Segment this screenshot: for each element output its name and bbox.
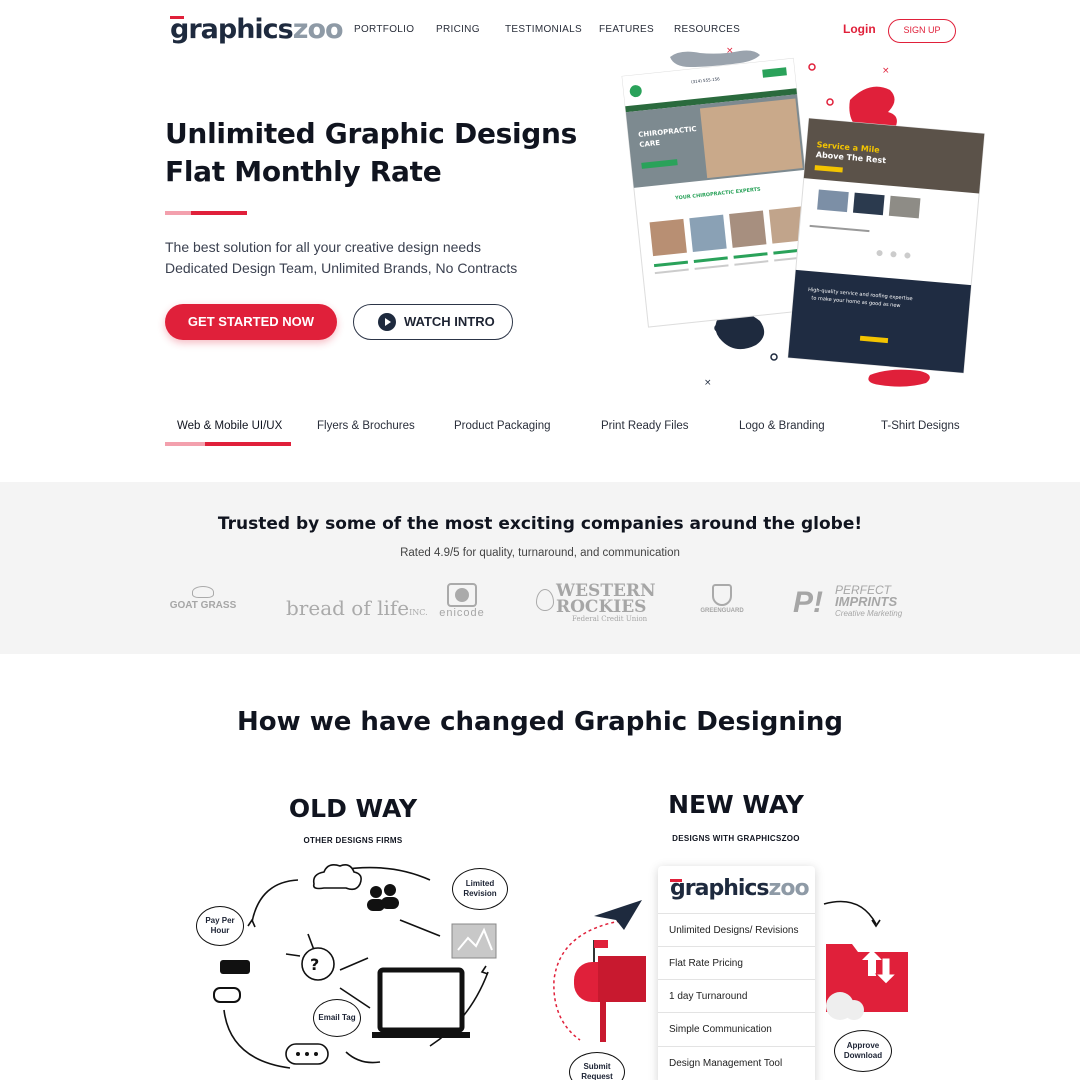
new-way-title: NEW WAY bbox=[668, 790, 804, 819]
trusted-section: Trusted by some of the most exciting com… bbox=[0, 482, 1080, 654]
brand-enicode-logo: enicode bbox=[432, 583, 492, 619]
chat-icon bbox=[285, 1043, 329, 1065]
login-link[interactable]: Login bbox=[843, 22, 876, 36]
how-section-title: How we have changed Graphic Designing bbox=[237, 707, 843, 737]
new-way-subtitle: DESIGNS WITH GRAPHICSZOO bbox=[672, 834, 800, 843]
hero-underline bbox=[165, 211, 247, 215]
feature-item: 1 day Turnaround bbox=[658, 979, 815, 1012]
tab-tshirt[interactable]: T-Shirt Designs bbox=[881, 420, 960, 432]
nav-features[interactable]: FEATURES bbox=[599, 24, 654, 35]
tab-web-mobile[interactable]: Web & Mobile UI/UX bbox=[177, 420, 282, 432]
hero-sub-line1: The best solution for all your creative … bbox=[165, 239, 481, 255]
chiropractic-mockup: (314) 555-156 CHIROPRACTIC CARE YOUR CHI… bbox=[621, 57, 821, 328]
leaf-icon bbox=[536, 589, 554, 611]
svg-text:×: × bbox=[882, 66, 890, 76]
nav-pricing[interactable]: PRICING bbox=[436, 24, 480, 35]
feature-item: Flat Rate Pricing bbox=[658, 946, 815, 979]
shield-icon bbox=[712, 584, 732, 606]
signup-button[interactable]: SIGN UP bbox=[888, 19, 956, 43]
approve-download-bubble: Approve Download bbox=[834, 1030, 892, 1072]
old-way-title: OLD WAY bbox=[288, 794, 418, 823]
hero-subtitle: The best solution for all your creative … bbox=[165, 237, 517, 279]
nav-resources[interactable]: RESOURCES bbox=[674, 24, 740, 35]
graphicszoo-logo[interactable]: graphicszoo bbox=[170, 14, 344, 45]
watch-intro-button[interactable]: WATCH INTRO bbox=[353, 304, 513, 340]
pay-per-hour-bubble: Pay Per Hour bbox=[196, 906, 244, 946]
image-edit-icon bbox=[451, 923, 497, 959]
confused-head-icon: ? bbox=[301, 947, 335, 981]
hero-title: Unlimited Graphic Designs Flat Monthly R… bbox=[165, 115, 577, 191]
trusted-title: Trusted by some of the most exciting com… bbox=[217, 514, 863, 534]
tab-print-ready[interactable]: Print Ready Files bbox=[601, 420, 689, 432]
brand-perfect-2: IMPRINTS bbox=[835, 594, 898, 609]
cycle-arrow bbox=[251, 879, 299, 923]
tab-logo-branding[interactable]: Logo & Branding bbox=[739, 420, 825, 432]
goat-icon bbox=[192, 586, 214, 598]
nav-testimonials[interactable]: TESTIMONIALS bbox=[505, 24, 582, 35]
brand-perfect-imprints-logo: P! PERFECT IMPRINTS Creative Marketing bbox=[793, 584, 917, 620]
svg-text:×: × bbox=[704, 378, 712, 388]
arrow-to-folder bbox=[823, 900, 877, 925]
brand-western-rockies-logo: WESTERN ROCKIES Federal Credit Union bbox=[536, 583, 660, 624]
logo-zoo-text: zoo bbox=[292, 14, 344, 45]
tab-packaging[interactable]: Product Packaging bbox=[454, 420, 551, 432]
card-logo: graphicszoo bbox=[670, 876, 810, 901]
get-started-button[interactable]: GET STARTED NOW bbox=[165, 304, 337, 340]
feature-item: Unlimited Designs/ Revisions bbox=[658, 913, 815, 946]
red-blob-shape bbox=[868, 369, 930, 387]
brand-bread-of-life-logo: bread of lifeINC. bbox=[286, 596, 428, 620]
folder-icon bbox=[826, 944, 908, 1020]
brand-enicode-text: enicode bbox=[439, 607, 485, 619]
brand-greenguard-text: GREENGUARD bbox=[700, 608, 744, 614]
payment-hand-icon bbox=[213, 960, 250, 1003]
brand-western-2: ROCKIES bbox=[556, 597, 647, 617]
brand-goat-text: GOAT GRASS bbox=[169, 600, 237, 611]
team-icon bbox=[367, 884, 399, 911]
watch-intro-label: WATCH INTRO bbox=[404, 314, 495, 329]
laptop-icon bbox=[372, 967, 470, 1038]
nav-portfolio[interactable]: PORTFOLIO bbox=[354, 24, 414, 35]
brand-greenguard-logo: GREENGUARD bbox=[698, 584, 746, 614]
play-icon bbox=[378, 313, 396, 331]
graphicszoo-features-card: graphicszoo Unlimited Designs/ Revisions… bbox=[658, 866, 815, 1080]
logo-main-text: graphics bbox=[170, 14, 294, 45]
tab-flyers[interactable]: Flyers & Brochures bbox=[317, 420, 415, 432]
logo-accent bbox=[170, 16, 184, 19]
trusted-rating: Rated 4.9/5 for quality, turnaround, and… bbox=[400, 547, 680, 559]
svg-text:×: × bbox=[726, 46, 734, 56]
svg-text:?: ? bbox=[310, 955, 319, 974]
feature-item: Design Management Tool bbox=[658, 1046, 815, 1079]
hero-title-line2: Flat Monthly Rate bbox=[165, 155, 442, 188]
hero-title-line1: Unlimited Graphic Designs bbox=[165, 117, 578, 150]
enicode-icon bbox=[447, 583, 477, 607]
hero-sub-line2: Dedicated Design Team, Unlimited Brands,… bbox=[165, 260, 518, 276]
roofing-mockup: Service a Mile Above The Rest High-quali… bbox=[787, 117, 985, 374]
mailbox-icon bbox=[574, 940, 646, 1042]
card-logo-zoo: zoo bbox=[768, 876, 810, 901]
card-logo-main: graphics bbox=[670, 876, 770, 901]
email-tag-bubble: Email Tag bbox=[313, 999, 361, 1037]
feature-item: Simple Communication bbox=[658, 1012, 815, 1045]
old-way-subtitle: OTHER DESIGNS FIRMS bbox=[303, 836, 403, 845]
tab-active-indicator bbox=[165, 442, 291, 446]
p-mark-icon: P! bbox=[793, 586, 823, 619]
brand-perfect-3: Creative Marketing bbox=[835, 609, 903, 618]
brand-western-3: Federal Credit Union bbox=[572, 615, 648, 623]
brand-goat-grass-logo: GOAT GRASS bbox=[166, 586, 240, 611]
limited-revision-bubble: Limited Revision bbox=[452, 868, 508, 910]
brand-bread-text: bread of life bbox=[286, 596, 410, 620]
brand-bread-inc: INC. bbox=[409, 608, 428, 617]
hero-mockup-illustration: × × × (314) 555-156 CHIROPRACTIC CARE YO… bbox=[621, 46, 985, 388]
